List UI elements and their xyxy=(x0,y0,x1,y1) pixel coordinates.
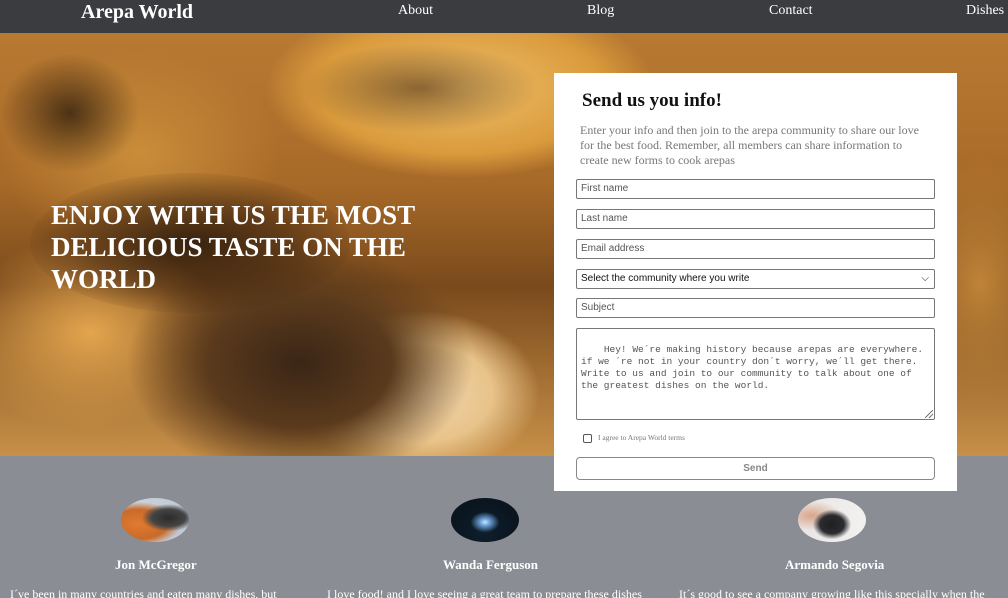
testimonial-name: Armando Segovia xyxy=(785,557,885,572)
message-placeholder: Hey! We´re making history because arepas… xyxy=(581,344,929,391)
community-select-value: Select the community where you write xyxy=(581,273,750,284)
message-textarea[interactable]: Hey! We´re making history because arepas… xyxy=(576,328,935,420)
testimonial-quote: It´s good to see a company growing like … xyxy=(679,587,985,598)
hero-title: ENJOY WITH US THE MOST DELICIOUS TASTE O… xyxy=(51,200,415,294)
avatar xyxy=(798,498,866,542)
testimonial-quote: I´ve been in many countries and eaten ma… xyxy=(10,587,277,598)
hero-background-shade xyxy=(300,43,540,133)
form-heading: Send us you info! xyxy=(582,90,722,111)
send-button[interactable]: Send xyxy=(576,457,935,480)
nav-link-contact[interactable]: Contact xyxy=(769,3,813,19)
testimonial-name: Jon McGregor xyxy=(115,557,197,572)
nav-link-about[interactable]: About xyxy=(398,3,433,19)
email-input[interactable]: Email address xyxy=(576,239,935,259)
terms-label: I agree to Arepa World terms xyxy=(598,433,685,442)
nav-link-blog[interactable]: Blog xyxy=(587,3,614,19)
terms-checkbox-row[interactable]: I agree to Arepa World terms xyxy=(583,432,685,444)
testimonial-name: Wanda Ferguson xyxy=(443,557,538,572)
last-name-input[interactable]: Last name xyxy=(576,209,935,229)
brand-logo[interactable]: Arepa World xyxy=(81,0,193,24)
contact-form-card: Send us you info! Enter your info and th… xyxy=(554,73,957,491)
form-intro-text: Enter your info and then join to the are… xyxy=(580,123,919,167)
avatar xyxy=(121,498,189,542)
community-select[interactable]: Select the community where you write ⌵ xyxy=(576,269,935,289)
terms-checkbox[interactable] xyxy=(583,433,592,443)
avatar xyxy=(451,498,519,542)
testimonial-quote: I love food! and I love seeing a great t… xyxy=(327,587,642,598)
resize-handle-icon[interactable] xyxy=(925,410,933,418)
subject-input[interactable]: Subject xyxy=(576,298,935,318)
chevron-down-icon: ⌵ xyxy=(921,273,929,284)
hero-background-shade xyxy=(0,53,140,173)
first-name-input[interactable]: First name xyxy=(576,179,935,199)
top-navbar: Arepa World About Blog Contact Dishes xyxy=(0,0,1008,33)
nav-link-dishes[interactable]: Dishes xyxy=(966,3,1004,19)
